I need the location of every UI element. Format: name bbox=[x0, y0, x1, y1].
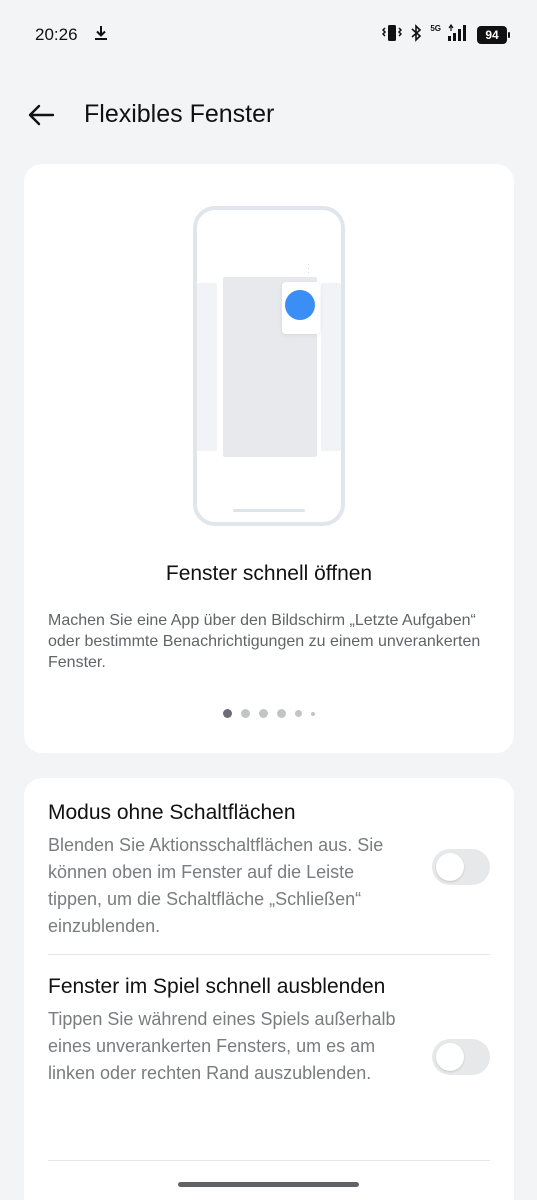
page-title: Flexibles Fenster bbox=[84, 100, 275, 128]
status-time: 20:26 bbox=[35, 25, 78, 44]
slide-title: Fenster schnell öffnen bbox=[165, 562, 373, 585]
signal-icon bbox=[447, 23, 469, 47]
setting-title: Fenster im Spiel schnell ausblenden bbox=[48, 975, 386, 998]
page-dot[interactable] bbox=[295, 710, 302, 717]
back-button[interactable] bbox=[26, 100, 56, 130]
gesture-nav-bar[interactable] bbox=[178, 1182, 359, 1187]
page-dot[interactable] bbox=[241, 709, 250, 718]
floating-app-icon bbox=[285, 290, 315, 320]
page-dot[interactable] bbox=[277, 709, 286, 718]
toggle-knob bbox=[436, 853, 464, 881]
setting-hide-window-in-game[interactable]: Fenster im Spiel schnell ausblenden Tipp… bbox=[48, 972, 490, 1087]
status-left: 20:26 bbox=[35, 25, 108, 46]
ghost-window-left bbox=[197, 283, 217, 451]
toggle-knob bbox=[436, 1043, 464, 1071]
hide-window-in-game-toggle[interactable] bbox=[432, 1039, 490, 1075]
intro-card[interactable]: · · · Fenster schnell öffnen Machen Sie ei… bbox=[24, 164, 514, 753]
page-dot[interactable] bbox=[259, 709, 268, 718]
page-dot[interactable] bbox=[311, 711, 315, 716]
slide-description: Machen Sie eine App über den Bildschirm … bbox=[48, 612, 481, 671]
setting-description: Blenden Sie Aktionsschaltflächen aus. Si… bbox=[48, 835, 384, 936]
drag-handle-icon: · · · bbox=[307, 259, 310, 277]
page-dot[interactable] bbox=[223, 709, 232, 718]
ghost-window-right bbox=[321, 283, 341, 451]
battery-level: 94 bbox=[485, 28, 499, 42]
bluetooth-icon bbox=[410, 23, 422, 47]
status-bar: 20:26 5G 94 bbox=[0, 0, 537, 70]
download-icon bbox=[94, 25, 108, 46]
app-header: Flexibles Fenster bbox=[0, 88, 537, 140]
phone-home-bar bbox=[233, 509, 305, 512]
setting-description: Tippen Sie während eines Spiels außerhal… bbox=[48, 1009, 396, 1083]
setting-no-buttons-mode[interactable]: Modus ohne Schaltflächen Blenden Sie Akt… bbox=[48, 798, 490, 940]
status-right: 5G 94 bbox=[382, 23, 510, 47]
divider bbox=[48, 954, 490, 955]
no-buttons-mode-toggle[interactable] bbox=[432, 849, 490, 885]
settings-card: Modus ohne Schaltflächen Blenden Sie Akt… bbox=[24, 778, 514, 1200]
phone-illustration: · · · bbox=[193, 206, 345, 526]
divider bbox=[48, 1160, 490, 1161]
arrow-left-icon bbox=[28, 104, 55, 126]
battery-icon: 94 bbox=[477, 26, 510, 44]
page-indicator[interactable] bbox=[24, 709, 514, 718]
vibrate-icon bbox=[382, 24, 403, 47]
network-type: 5G bbox=[430, 23, 441, 33]
setting-title: Modus ohne Schaltflächen bbox=[48, 801, 296, 824]
